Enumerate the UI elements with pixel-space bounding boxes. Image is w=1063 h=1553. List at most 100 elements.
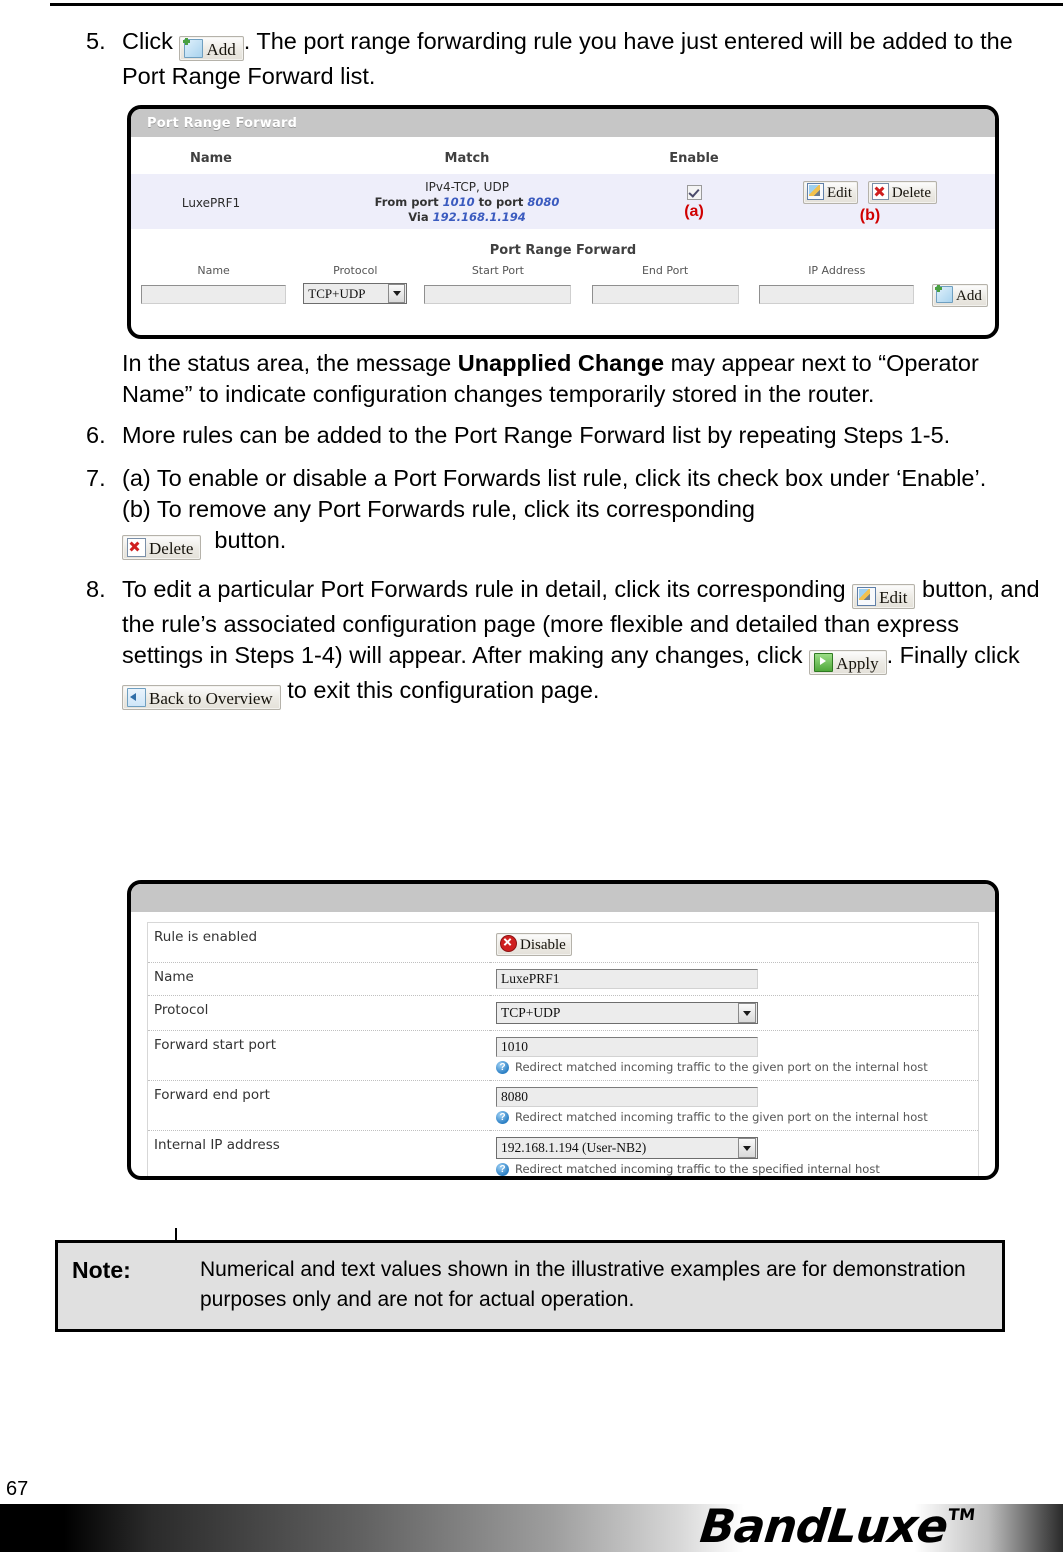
field-header-start-port: Start Port xyxy=(471,264,524,277)
hint-forward-start-port-text: Redirect matched incoming traffic to the… xyxy=(515,1060,928,1074)
step-6: 6. More rules can be added to the Port R… xyxy=(0,420,1063,451)
delete-button-label: Delete xyxy=(891,184,931,201)
match-via-value: 192.168.1.194 xyxy=(432,210,526,224)
add-button[interactable]: Add xyxy=(932,284,988,307)
protocol-select-value: TCP+UDP xyxy=(308,285,366,301)
hint-internal-ip: ? Redirect matched incoming traffic to th… xyxy=(496,1162,972,1176)
note-text: Numerical and text values shown in the i… xyxy=(200,1258,966,1311)
label-protocol: Protocol xyxy=(147,995,490,1031)
rule-enable-cell: (a) xyxy=(643,174,745,229)
match-protocol: IPv4-TCP, UDP xyxy=(425,180,509,194)
label-name: Name xyxy=(147,962,490,996)
delete-icon xyxy=(127,538,146,557)
hint-forward-end-port: ? Redirect matched incoming traffic to th… xyxy=(496,1110,972,1124)
apply-icon xyxy=(814,653,834,672)
match-from-label: From port xyxy=(374,195,439,209)
column-header-match: Match xyxy=(444,151,490,166)
apply-button-inline[interactable]: Apply xyxy=(809,650,887,675)
add-button-inline[interactable]: Add xyxy=(179,36,244,61)
edit-icon xyxy=(807,182,825,200)
status-area-paragraph: In the status area, the message Unapplie… xyxy=(0,348,1063,410)
field-header-end-port: End Port xyxy=(641,264,689,277)
detail-start-port-input[interactable]: 1010 xyxy=(496,1037,758,1057)
column-header-enable: Enable xyxy=(669,151,719,166)
detail-row-internal-ip: Internal IP address 192.168.1.194 (User-… xyxy=(147,1130,979,1176)
detail-row-forward-start-port: Forward start port 1010 ? Redirect matche… xyxy=(147,1030,979,1081)
rule-actions-cell: Edit Delete (b) xyxy=(745,174,995,229)
edit-button-inline[interactable]: Edit xyxy=(852,584,916,609)
help-icon: ? xyxy=(496,1162,509,1176)
step-8: 8. To edit a particular Port Forwards ru… xyxy=(0,574,1063,710)
ip-address-input[interactable] xyxy=(759,284,915,304)
chevron-down-icon xyxy=(738,1003,756,1023)
detail-row-forward-end-port: Forward end port 8080 ? Redirect matched … xyxy=(147,1080,979,1131)
step-7-line-b-tail: button. xyxy=(214,527,287,553)
control-rule-is-enabled: Disable xyxy=(490,923,979,963)
back-arrow-icon xyxy=(127,688,146,707)
disable-button[interactable]: Disable xyxy=(496,933,572,956)
cell-ip-address-input xyxy=(749,280,925,315)
annotation-marker-a: (a) xyxy=(684,202,704,220)
add-icon xyxy=(183,38,204,58)
hint-forward-end-port-text: Redirect matched incoming traffic to the… xyxy=(515,1110,928,1124)
step-5: 5. Click Add. The port range forwarding … xyxy=(0,26,1063,92)
edit-button[interactable]: Edit xyxy=(803,180,859,204)
help-icon: ? xyxy=(496,1110,509,1124)
rule-name-cell: LuxePRF1 xyxy=(131,174,291,229)
status-paragraph-before: In the status area, the message xyxy=(122,350,452,376)
field-header-protocol: Protocol xyxy=(333,264,378,277)
edit-button-label: Edit xyxy=(827,184,853,201)
help-icon: ? xyxy=(496,1060,509,1074)
step-8-number: 8. xyxy=(86,576,106,602)
step-6-number: 6. xyxy=(86,422,106,448)
rule-match-cell: IPv4-TCP, UDP From port 1010 to port 808… xyxy=(291,174,643,229)
add-form-input-row: TCP+UDP Add xyxy=(131,280,995,315)
cell-end-port-input xyxy=(582,280,749,315)
step-5-number: 5. xyxy=(86,28,106,54)
back-to-overview-button-inline[interactable]: Back to Overview xyxy=(122,685,281,710)
add-button-label: Add xyxy=(956,288,982,304)
label-forward-start-port: Forward start port xyxy=(147,1030,490,1081)
trademark-symbol: TM xyxy=(947,1505,977,1524)
column-header-name: Name xyxy=(189,151,232,166)
delete-button[interactable]: Delete xyxy=(867,180,937,204)
cell-name-input xyxy=(131,280,296,315)
control-protocol: TCP+UDP xyxy=(490,995,979,1031)
start-port-input[interactable] xyxy=(424,284,572,304)
delete-button-inline[interactable]: Delete xyxy=(122,535,202,560)
disable-icon xyxy=(500,935,517,952)
control-forward-end-port: 8080 ? Redirect matched incoming traffic … xyxy=(490,1080,979,1131)
detail-name-input[interactable]: LuxePRF1 xyxy=(496,969,758,989)
match-port-range: From port 1010 to port 8080 xyxy=(291,195,643,210)
disable-button-label: Disable xyxy=(520,937,566,953)
add-icon xyxy=(935,285,954,303)
chevron-down-icon xyxy=(738,1138,756,1158)
step-7-number: 7. xyxy=(86,465,106,491)
delete-button-label: Delete xyxy=(149,539,194,558)
add-rule-form: Name Protocol Start Port End Port IP Add… xyxy=(131,258,995,315)
rule-detail-panel: Rule is enabled Disable Name LuxePRF1 Pr… xyxy=(127,880,999,1180)
step-5-text: Click Add. The port range forwarding rul… xyxy=(122,26,1043,92)
name-input[interactable] xyxy=(140,284,287,304)
edit-button-label: Edit xyxy=(879,588,908,607)
end-port-input[interactable] xyxy=(591,284,739,304)
status-paragraph-bold: Unapplied Change xyxy=(457,350,665,376)
detail-internal-ip-select[interactable]: 192.168.1.194 (User-NB2) xyxy=(496,1137,758,1159)
step-8-segment-3: . Finally click xyxy=(886,642,1020,668)
step-6-text: More rules can be added to the Port Rang… xyxy=(122,422,951,448)
enable-checkbox[interactable] xyxy=(686,184,702,200)
field-header-action xyxy=(925,258,995,280)
hint-internal-ip-text: Redirect matched incoming traffic to the… xyxy=(515,1162,880,1176)
detail-protocol-select[interactable]: TCP+UDP xyxy=(496,1002,758,1024)
step-7-line-a: (a) To enable or disable a Port Forwards… xyxy=(122,465,987,491)
match-via: Via 192.168.1.194 xyxy=(291,210,643,225)
label-forward-end-port: Forward end port xyxy=(147,1080,490,1131)
match-to-value: 8080 xyxy=(527,195,560,209)
step-8-segment-1: To edit a particular Port Forwards rule … xyxy=(122,576,846,602)
detail-protocol-value: TCP+UDP xyxy=(501,1005,561,1020)
detail-end-port-input[interactable]: 8080 xyxy=(496,1087,758,1107)
step-8-segment-4: to exit this configuration page. xyxy=(287,677,600,703)
control-internal-ip-address: 192.168.1.194 (User-NB2) ? Redirect match… xyxy=(490,1130,979,1176)
protocol-select[interactable]: TCP+UDP xyxy=(303,283,408,304)
brand-logo: BandLuxeTM xyxy=(698,1491,978,1553)
